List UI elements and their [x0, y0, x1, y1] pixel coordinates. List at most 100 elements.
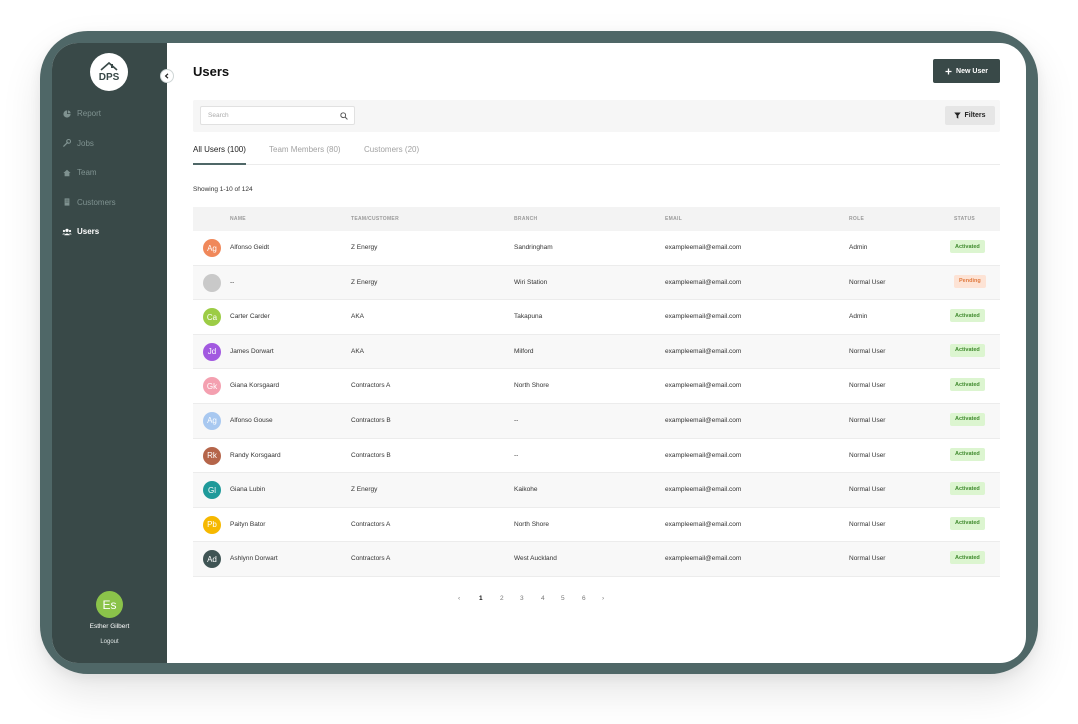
- table-row[interactable]: Ad Ashlynn Dorwart Contractors A West Auckl…: [193, 542, 1000, 577]
- avatar: Pb: [203, 515, 221, 534]
- user-name-cell: Alfonso Geidt: [230, 244, 270, 251]
- email-cell: exampleemail@email.com: [665, 347, 742, 355]
- team-cell: Contractors A: [351, 520, 391, 528]
- user-name-cell: Carter Carder: [230, 313, 270, 321]
- app-screen: DPS Report Jobs Team Customers Users Es …: [52, 43, 1026, 663]
- page-3[interactable]: 3: [520, 595, 524, 602]
- sidebar-item-jobs[interactable]: Jobs: [52, 129, 167, 159]
- table-row[interactable]: Ag Alfonso Gouse Contractors B -- exampleema…: [193, 403, 1000, 439]
- user-name-cell: Giana Lubin: [230, 486, 266, 494]
- team-cell: Contractors A: [351, 382, 391, 390]
- column-header-team[interactable]: TEAM/CUSTOMER: [351, 216, 399, 222]
- sidebar-item-team[interactable]: Team: [52, 158, 167, 188]
- avatar: [203, 273, 221, 292]
- avatar: Ag: [203, 411, 221, 430]
- role-cell: Normal User: [849, 520, 886, 528]
- avatar: Gl: [203, 481, 221, 500]
- email-cell: exampleemail@email.com: [665, 278, 742, 286]
- page-title: Users: [193, 64, 230, 79]
- email-cell: exampleemail@email.com: [665, 520, 742, 528]
- avatar[interactable]: Es: [96, 591, 123, 618]
- logo-house-icon: DPS: [99, 61, 120, 83]
- table-row[interactable]: Jd James Dorwart AKA Milford exampleemail@em…: [193, 334, 1000, 370]
- team-cell: Contractors A: [351, 555, 391, 563]
- status-badge: Activated: [950, 516, 985, 530]
- role-cell: Normal User: [849, 555, 886, 563]
- new-user-button[interactable]: New User: [933, 59, 1000, 83]
- column-header-name[interactable]: NAME: [230, 216, 246, 222]
- next-page-button[interactable]: ›: [602, 595, 604, 602]
- user-name-cell: Paityn Bator: [230, 520, 266, 528]
- team-cell: AKA: [351, 313, 365, 321]
- column-header-status[interactable]: STATUS: [954, 216, 975, 222]
- column-header-email[interactable]: EMAIL: [665, 216, 682, 222]
- toolbar: Filters: [193, 100, 1000, 132]
- sidebar-item-customers[interactable]: Customers: [52, 188, 167, 218]
- building-icon: [62, 197, 72, 207]
- sidebar-item-users[interactable]: Users: [52, 217, 167, 247]
- prev-page-button[interactable]: ‹: [458, 595, 460, 602]
- team-cell: Z Energy: [351, 486, 378, 494]
- tab-team-members[interactable]: Team Members (80): [269, 143, 341, 165]
- page-1[interactable]: 1: [479, 595, 483, 602]
- status-badge: Activated: [950, 240, 985, 253]
- status-badge: Activated: [950, 447, 985, 461]
- filters-label: Filters: [964, 112, 986, 119]
- current-user: Es Esther Gilbert Logout: [52, 591, 167, 645]
- branch-cell: Sandringham: [514, 244, 553, 251]
- dps-logo[interactable]: DPS: [90, 53, 128, 91]
- table-row[interactable]: Gl Giana Lubin Z Energy Kaikohe exampleemail…: [193, 473, 1000, 508]
- role-cell: Normal User: [849, 486, 886, 494]
- role-cell: Normal User: [849, 416, 886, 424]
- home-icon: [62, 168, 72, 178]
- page-4[interactable]: 4: [541, 595, 545, 602]
- page-2[interactable]: 2: [500, 595, 504, 602]
- email-cell: exampleemail@email.com: [665, 244, 742, 251]
- tab-all-users[interactable]: All Users (100): [193, 143, 246, 165]
- logout-link[interactable]: Logout: [52, 639, 167, 645]
- filter-icon: [954, 112, 962, 119]
- collapse-sidebar-button[interactable]: [160, 69, 174, 83]
- table-row[interactable]: Pb Paityn Bator Contractors A North Shore ex…: [193, 508, 1000, 543]
- team-cell: AKA: [351, 347, 365, 355]
- filters-button[interactable]: Filters: [945, 106, 995, 125]
- logo-text: DPS: [99, 72, 120, 83]
- sidebar-item-label: Jobs: [77, 138, 94, 148]
- plus-icon: [945, 68, 952, 74]
- status-badge: Activated: [950, 551, 985, 565]
- users-table: NAME TEAM/CUSTOMER BRANCH EMAIL ROLE STA…: [193, 207, 1000, 577]
- email-cell: exampleemail@email.com: [665, 382, 742, 390]
- table-row[interactable]: Rk Randy Korsgaard Contractors B -- examplee…: [193, 439, 1000, 474]
- team-cell: Contractors B: [351, 451, 391, 459]
- branch-cell: --: [514, 451, 519, 459]
- pagination: ‹ 1 2 3 4 5 6 ›: [167, 595, 1026, 607]
- branch-cell: Kaikohe: [514, 486, 538, 494]
- table-row[interactable]: Gk Giana Korsgaard Contractors A North Shor…: [193, 369, 1000, 404]
- search-input[interactable]: [208, 112, 340, 119]
- table-row[interactable]: Ca Carter Carder AKA Takapuna exampleemail@e…: [193, 300, 1000, 335]
- column-header-role[interactable]: ROLE: [849, 216, 864, 222]
- sidebar: DPS Report Jobs Team Customers Users Es …: [52, 43, 167, 663]
- sidebar-item-report[interactable]: Report: [52, 99, 167, 129]
- tab-customers[interactable]: Customers (20): [364, 143, 419, 165]
- user-name-cell: Randy Korsgaard: [230, 451, 281, 459]
- user-name-cell: --: [230, 278, 235, 286]
- users-icon: [62, 227, 72, 237]
- search-box: [200, 106, 355, 125]
- status-badge: Activated: [950, 482, 985, 496]
- page-5[interactable]: 5: [561, 595, 565, 602]
- role-cell: Admin: [849, 244, 868, 251]
- role-cell: Normal User: [849, 347, 886, 355]
- email-cell: exampleemail@email.com: [665, 313, 742, 321]
- role-cell: Admin: [849, 313, 868, 321]
- table-row[interactable]: -- Z Energy Wiri Station exampleemail@email…: [193, 265, 1000, 301]
- avatar: Ag: [203, 239, 221, 257]
- table-body: Ag Alfonso Geidt Z Energy Sandringham exampl…: [193, 231, 1000, 577]
- sidebar-item-label: Customers: [77, 197, 116, 207]
- column-header-branch[interactable]: BRANCH: [514, 216, 537, 222]
- user-name-cell: James Dorwart: [230, 347, 274, 355]
- main-content: Users New User Filters All Users (100) T…: [167, 43, 1026, 663]
- search-icon[interactable]: [340, 111, 348, 120]
- table-row[interactable]: Ag Alfonso Geidt Z Energy Sandringham exampl…: [193, 231, 1000, 266]
- page-6[interactable]: 6: [582, 595, 586, 602]
